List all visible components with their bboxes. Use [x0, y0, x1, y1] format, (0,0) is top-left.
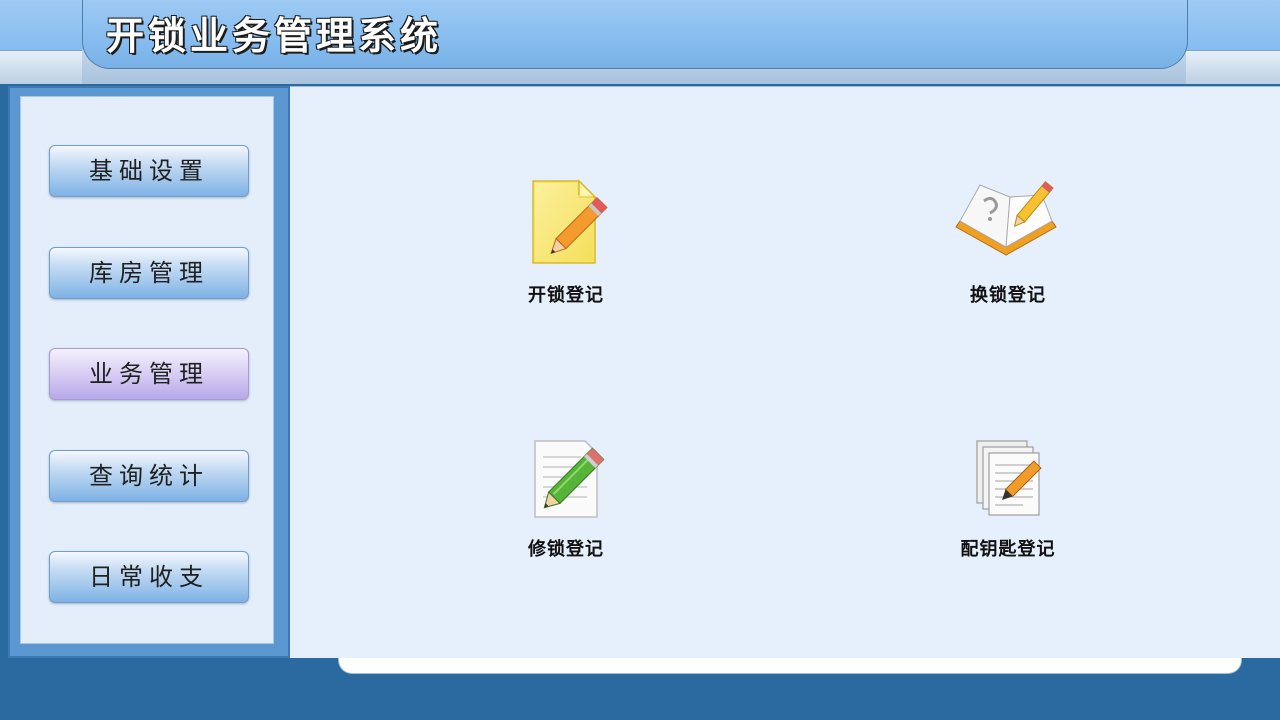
nav-button-daily-income-expense[interactable]: 日常收支 — [49, 551, 249, 603]
tile-unlock-registration[interactable]: 开锁登记 — [466, 177, 666, 327]
tile-lock-replacement-registration[interactable]: 换锁登记 — [908, 177, 1108, 327]
nav-button-query-statistics[interactable]: 查询统计 — [49, 450, 249, 502]
tile-key-duplication-registration[interactable]: 配钥匙登记 — [908, 437, 1108, 587]
header-shoulder-left — [0, 50, 82, 84]
nav-button-business-management[interactable]: 业务管理 — [49, 348, 249, 400]
app-title: 开锁业务管理系统 — [106, 14, 443, 58]
sidebar: 基础设置 库房管理 业务管理 查询统计 日常收支 — [20, 96, 274, 644]
stacked-documents-pen-icon — [976, 440, 1042, 516]
tile-label: 配钥匙登记 — [960, 539, 1056, 560]
open-book-pencil-icon — [955, 180, 1057, 256]
tile-label: 开锁登记 — [528, 285, 604, 306]
tile-label: 修锁登记 — [528, 539, 604, 560]
note-pencil-icon — [532, 179, 608, 264]
app-header: 开锁业务管理系统 — [0, 0, 1280, 84]
sidebar-frame: 基础设置 库房管理 业务管理 查询统计 日常收支 — [8, 86, 290, 658]
footer-bar — [338, 658, 1242, 674]
tile-lock-repair-registration[interactable]: 修锁登记 — [466, 437, 666, 587]
tile-label: 换锁登记 — [970, 285, 1046, 306]
main-panel: 开锁登记 换锁登记 修锁登记 配钥匙登记 — [290, 86, 1280, 658]
header-shoulder-right — [1186, 50, 1280, 84]
nav-button-warehouse-management[interactable]: 库房管理 — [49, 247, 249, 299]
document-pencil-icon — [534, 440, 605, 518]
nav-button-basic-settings[interactable]: 基础设置 — [49, 145, 249, 197]
